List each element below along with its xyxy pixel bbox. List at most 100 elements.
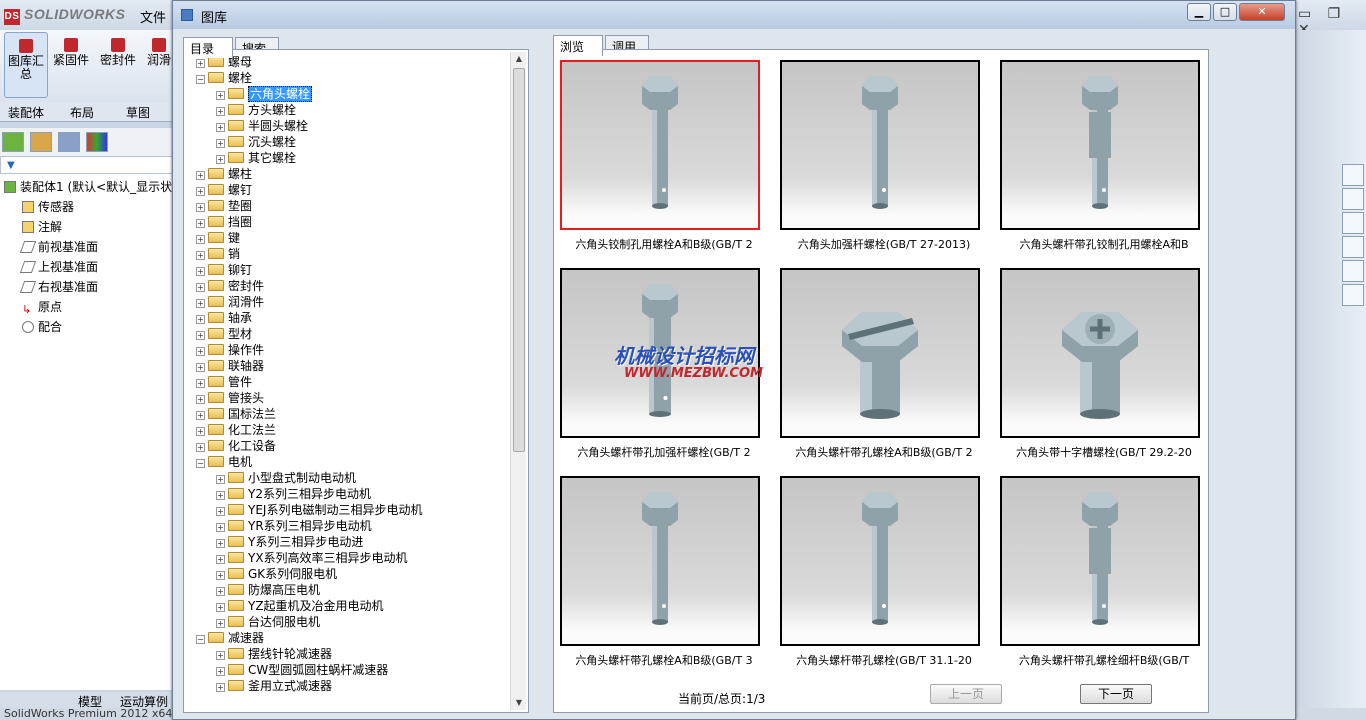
tab-assembly[interactable]: 装配体	[8, 104, 44, 121]
file-explorer-icon[interactable]	[1342, 212, 1364, 234]
next-page-button[interactable]: 下一页	[1080, 684, 1152, 704]
feature-item-right-plane[interactable]: 右视基准面	[19, 278, 98, 295]
library-summary-button[interactable]: 图库汇总	[4, 32, 48, 98]
tree-node[interactable]: + 挡圈	[196, 214, 252, 230]
filter-field[interactable]: ▼	[0, 156, 176, 174]
feature-root[interactable]: 装配体1 (默认<默认_显示状	[4, 178, 172, 195]
tree-node[interactable]: + 半圆头螺栓	[216, 118, 308, 134]
scroll-thumb[interactable]	[513, 68, 525, 452]
tree-node[interactable]: − 螺栓	[196, 70, 252, 86]
tree-node[interactable]: + 联轴器	[196, 358, 264, 374]
tree-node[interactable]: + Y系列三相异步电动进	[216, 534, 363, 550]
tree-node[interactable]: + YR系列三相异步电动机	[216, 518, 372, 534]
tree-node[interactable]: + YX系列高效率三相异步电动机	[216, 550, 408, 566]
scroll-up-icon[interactable]: ▲	[511, 52, 527, 66]
tree-node[interactable]: − 电机	[196, 454, 252, 470]
tree-node[interactable]: + YEJ系列电磁制动三相异步电动机	[216, 502, 422, 518]
home-icon[interactable]	[1342, 164, 1364, 186]
expand-icon[interactable]: +	[216, 155, 225, 164]
expand-icon[interactable]: +	[216, 683, 225, 692]
scroll-down-icon[interactable]: ▼	[511, 696, 527, 710]
part-thumbnail[interactable]	[1000, 476, 1200, 646]
expand-icon[interactable]: +	[216, 539, 225, 548]
part-thumbnail[interactable]	[560, 60, 760, 230]
lubrication-button[interactable]: 润滑	[144, 32, 174, 67]
tab-sketch[interactable]: 草图	[126, 104, 150, 121]
design-library-icon[interactable]	[1342, 188, 1364, 210]
tree-node[interactable]: + 小型盘式制动电动机	[216, 470, 356, 486]
tree-node[interactable]: + 防爆高压电机	[216, 582, 320, 598]
minimize-button[interactable]: ▁	[1187, 3, 1211, 21]
part-thumbnail[interactable]	[780, 268, 980, 438]
expand-icon[interactable]: +	[196, 59, 205, 68]
feature-item-annotations[interactable]: 注解	[22, 218, 62, 235]
prev-page-button[interactable]: 上一页	[930, 684, 1002, 704]
tree-node[interactable]: + 操作件	[196, 342, 264, 358]
tree-node[interactable]: + 键	[196, 230, 240, 246]
expand-icon[interactable]: +	[196, 331, 205, 340]
tree-node[interactable]: + 螺柱	[196, 166, 252, 182]
expand-icon[interactable]: +	[216, 475, 225, 484]
collapse-icon[interactable]: −	[196, 459, 205, 468]
expand-icon[interactable]: +	[216, 555, 225, 564]
feature-item-top-plane[interactable]: 上视基准面	[19, 258, 98, 275]
expand-icon[interactable]: +	[196, 219, 205, 228]
expand-icon[interactable]: +	[216, 107, 225, 116]
expand-icon[interactable]: +	[196, 251, 205, 260]
expand-icon[interactable]: +	[196, 443, 205, 452]
expand-icon[interactable]: +	[216, 571, 225, 580]
appearances-icon[interactable]	[1342, 260, 1364, 282]
file-menu[interactable]: 文件	[140, 7, 166, 26]
close-button[interactable]: ✕	[1239, 3, 1285, 21]
tree-node[interactable]: + CW型圆弧圆柱蜗杆减速器	[216, 662, 388, 678]
expand-icon[interactable]: +	[196, 427, 205, 436]
part-thumbnail[interactable]	[560, 476, 760, 646]
expand-icon[interactable]: +	[216, 603, 225, 612]
maximize-button[interactable]: □	[1213, 3, 1237, 21]
expand-icon[interactable]: +	[216, 667, 225, 676]
part-thumbnail[interactable]	[780, 476, 980, 646]
tree-node[interactable]: + Y2系列三相异步电动机	[216, 486, 371, 502]
collapse-icon[interactable]: −	[196, 635, 205, 644]
expand-icon[interactable]: +	[196, 203, 205, 212]
expand-icon[interactable]: +	[196, 187, 205, 196]
part-thumbnail[interactable]	[1000, 60, 1200, 230]
collapse-icon[interactable]: −	[196, 75, 205, 84]
feature-item-sensors[interactable]: 传感器	[22, 198, 74, 215]
expand-icon[interactable]: +	[216, 523, 225, 532]
expand-icon[interactable]: +	[196, 395, 205, 404]
view-palette-icon[interactable]	[1342, 236, 1364, 258]
expand-icon[interactable]: +	[196, 283, 205, 292]
tree-node[interactable]: + YZ起重机及冶金用电动机	[216, 598, 384, 614]
expand-icon[interactable]: +	[196, 379, 205, 388]
expand-icon[interactable]: +	[216, 123, 225, 132]
expand-icon[interactable]: +	[216, 91, 225, 100]
expand-icon[interactable]: +	[216, 587, 225, 596]
expand-icon[interactable]: +	[196, 299, 205, 308]
tree-node[interactable]: + 六角头螺栓	[216, 86, 313, 102]
tab-browse[interactable]: 浏览	[553, 35, 603, 56]
part-thumbnail[interactable]	[780, 60, 980, 230]
expand-icon[interactable]: +	[196, 411, 205, 420]
expand-icon[interactable]: +	[216, 139, 225, 148]
tree-scrollbar[interactable]: ▲ ▼	[510, 52, 526, 710]
expand-icon[interactable]: +	[196, 315, 205, 324]
feature-item-origin[interactable]: ↳ 原点	[22, 298, 62, 317]
tree-node[interactable]: + 方头螺栓	[216, 102, 296, 118]
tree-node[interactable]: + 摆线针轮减速器	[216, 646, 332, 662]
tree-node[interactable]: + 垫圈	[196, 198, 252, 214]
feature-item-front-plane[interactable]: 前视基准面	[19, 238, 98, 255]
expand-icon[interactable]: +	[196, 171, 205, 180]
tree-node[interactable]: + 管接头	[196, 390, 264, 406]
expand-icon[interactable]: +	[216, 651, 225, 660]
tree-node[interactable]: + 化工法兰	[196, 422, 276, 438]
tree-node[interactable]: + 润滑件	[196, 294, 264, 310]
tree-node[interactable]: + 国标法兰	[196, 406, 276, 422]
expand-icon[interactable]: +	[216, 507, 225, 516]
tree-node[interactable]: + GK系列伺服电机	[216, 566, 337, 582]
tab-layout[interactable]: 布局	[70, 104, 94, 121]
tree-node[interactable]: + 台达伺服电机	[216, 614, 320, 630]
tree-node[interactable]: + 密封件	[196, 278, 264, 294]
expand-icon[interactable]: +	[196, 235, 205, 244]
appearance-icon[interactable]	[86, 132, 108, 152]
